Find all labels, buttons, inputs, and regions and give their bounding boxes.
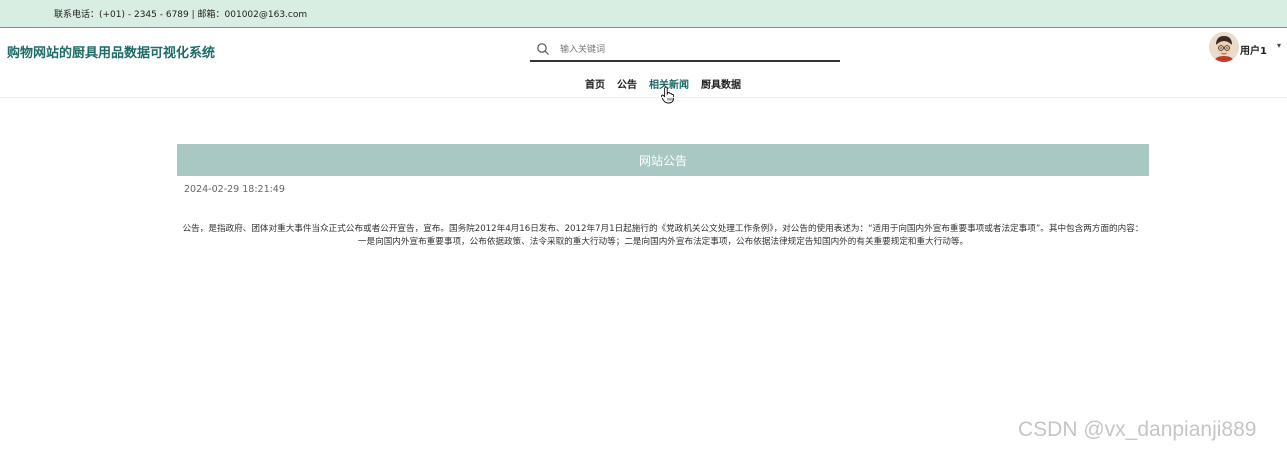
search-bar[interactable]	[530, 38, 840, 62]
nav-item-home[interactable]: 首页	[585, 76, 605, 91]
header-divider	[0, 97, 1287, 98]
search-input[interactable]	[558, 40, 832, 60]
notice-content: 公告，是指政府、团体对重大事件当众正式公布或者公开宣告，宣布。国务院2012年4…	[182, 224, 1144, 247]
watermark: CSDN @vx_danpianji889	[1018, 418, 1257, 441]
notice-title: 网站公告	[638, 154, 687, 168]
hand-cursor-icon	[661, 86, 675, 104]
contact-info: 联系电话：(+01) - 2345 - 6789 | 邮箱：001002@163…	[54, 10, 308, 20]
user-name[interactable]: 用户1	[1240, 42, 1267, 57]
search-icon[interactable]	[536, 42, 550, 56]
main-nav: 首页 公告 相关新闻 厨具数据	[0, 76, 1287, 91]
chevron-down-icon[interactable]: ▾	[1277, 41, 1281, 50]
top-contact-bar: 联系电话：(+01) - 2345 - 6789 | 邮箱：001002@163…	[0, 0, 1287, 28]
site-title[interactable]: 购物网站的厨具用品数据可视化系统	[7, 42, 215, 61]
nav-item-notice[interactable]: 公告	[617, 76, 637, 91]
nav-item-kitchenware-data[interactable]: 厨具数据	[701, 76, 741, 91]
avatar[interactable]	[1209, 32, 1239, 62]
notice-date: 2024-02-29 18:21:49	[184, 184, 285, 195]
notice-header: 网站公告	[177, 144, 1149, 176]
